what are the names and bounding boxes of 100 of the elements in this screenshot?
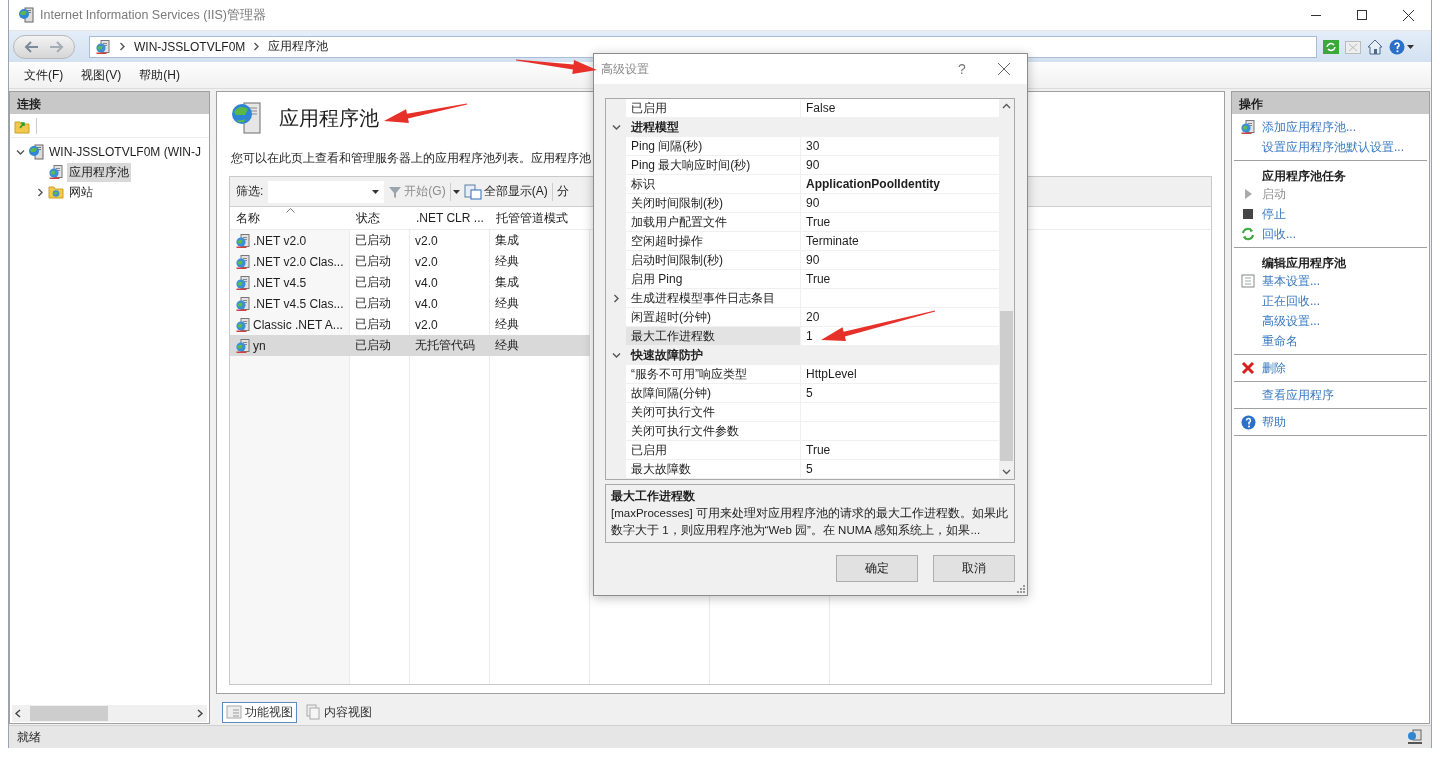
property-name[interactable]: 故障间隔(分钟) <box>631 384 711 402</box>
action-link[interactable]: 添加应用程序池... <box>1262 118 1356 136</box>
table-row[interactable]: yn 已启动 无托管代码 经典 <box>230 335 590 356</box>
table-row[interactable]: .NET v2.0 已启动 v2.0 集成 <box>230 230 590 251</box>
column-header[interactable]: 状态 <box>350 207 410 229</box>
property-value[interactable]: 5 <box>806 462 813 476</box>
action-link[interactable]: 设置应用程序池默认设置... <box>1262 138 1404 156</box>
breadcrumb[interactable]: 应用程序池 <box>268 38 329 55</box>
chevron-icon[interactable] <box>36 187 45 197</box>
property-name[interactable]: “服务不可用”响应类型 <box>631 365 747 383</box>
table-row[interactable]: Classic .NET A... 已启动 v2.0 经典 <box>230 314 590 335</box>
toolbar-button[interactable]: 全部显示(A) <box>461 179 550 204</box>
table-cell[interactable]: yn <box>253 338 266 353</box>
action-link[interactable]: 高级设置... <box>1262 312 1320 330</box>
action-link[interactable]: 删除 <box>1262 359 1286 377</box>
app-pool-icon <box>235 232 251 249</box>
table-cell[interactable]: .NET v2.0 Clas... <box>253 254 344 269</box>
menu-item[interactable]: 帮助(H) <box>130 66 189 84</box>
refresh-button[interactable] <box>1323 38 1339 55</box>
cancel-button[interactable]: 取消 <box>933 555 1015 582</box>
toolbar-button[interactable]: 分 <box>554 179 571 204</box>
separator-icon[interactable] <box>252 42 262 51</box>
table-cell: 集成 <box>495 274 519 291</box>
column-header[interactable]: .NET CLR ... <box>410 207 490 229</box>
action-link[interactable]: 回收... <box>1262 225 1296 243</box>
home-button[interactable] <box>1367 38 1383 55</box>
table-row[interactable]: .NET v2.0 Clas... 已启动 v2.0 经典 <box>230 251 590 272</box>
caret-icon[interactable] <box>1407 44 1414 49</box>
action-link[interactable]: 基本设置... <box>1262 272 1320 290</box>
caret-icon[interactable] <box>452 189 460 194</box>
property-value[interactable]: ApplicationPoolIdentity <box>806 177 940 191</box>
property-value[interactable]: Terminate <box>806 234 859 248</box>
property-name[interactable]: 关闭可执行文件 <box>631 403 715 421</box>
property-value[interactable]: 90 <box>806 158 820 172</box>
filter-label: 筛选: <box>236 183 264 200</box>
filter-field[interactable] <box>268 180 385 203</box>
table-cell[interactable]: .NET v2.0 <box>253 233 307 248</box>
tree-item[interactable]: WIN-JSSLOTVLF0M (WIN-J <box>47 144 203 160</box>
menu-item[interactable]: 视图(V) <box>72 66 131 84</box>
ok-button[interactable]: 确定 <box>836 555 918 582</box>
property-value[interactable]: True <box>806 272 831 286</box>
property-name[interactable]: 关闭时间限制(秒) <box>631 194 723 212</box>
chevron-icon[interactable] <box>16 147 25 157</box>
property-value[interactable]: 90 <box>806 253 820 267</box>
action-link[interactable]: 停止 <box>1262 205 1286 223</box>
action-link[interactable]: 帮助 <box>1262 413 1286 431</box>
table-cell: 经典 <box>495 316 519 333</box>
property-value[interactable]: 30 <box>806 139 820 153</box>
property-name[interactable]: 闲置超时(分钟) <box>631 308 711 326</box>
property-name[interactable]: 启动时间限制(秒) <box>631 251 723 269</box>
property-value[interactable]: HttpLevel <box>806 367 857 381</box>
tree-item[interactable]: 应用程序池 <box>67 162 131 182</box>
close-icon[interactable] <box>998 63 1010 75</box>
menu-item[interactable]: 文件(F) <box>15 66 73 84</box>
property-name[interactable]: Ping 间隔(秒) <box>631 137 703 155</box>
view-tab[interactable]: 功能视图 <box>222 701 297 723</box>
property-name[interactable]: 关闭可执行文件参数 <box>631 422 739 440</box>
dropdown-icon[interactable] <box>372 189 380 194</box>
separator-icon[interactable] <box>118 42 127 51</box>
table-cell[interactable]: .NET v4.5 Clas... <box>253 296 344 311</box>
property-value[interactable]: True <box>806 443 831 457</box>
property-name[interactable]: Ping 最大响应时间(秒) <box>631 156 751 174</box>
vertical-scrollbar[interactable] <box>999 99 1014 479</box>
action-link[interactable]: 正在回收... <box>1262 292 1320 310</box>
resize-grip-icon[interactable] <box>1015 583 1025 593</box>
property-name[interactable]: 已启用 <box>631 441 667 459</box>
property-name[interactable]: 已启用 <box>631 99 667 117</box>
property-name[interactable]: 最大故障数 <box>631 460 691 478</box>
property-value[interactable]: True <box>806 215 831 229</box>
maximize-icon[interactable] <box>1357 10 1367 20</box>
property-value[interactable]: 20 <box>806 310 820 324</box>
view-tab[interactable]: 内容视图 <box>301 701 376 723</box>
property-name[interactable]: 标识 <box>631 175 655 193</box>
address-bar[interactable]: WIN-JSSLOTVLF0M 应用程序池 <box>89 35 1317 58</box>
app-icon <box>18 7 34 23</box>
table-row[interactable]: .NET v4.5 Clas... 已启动 v4.0 经典 <box>230 293 590 314</box>
table-row[interactable]: .NET v4.5 已启动 v4.0 集成 <box>230 272 590 293</box>
property-name[interactable]: 空闲超时操作 <box>631 232 703 250</box>
table-cell: 经典 <box>495 337 519 354</box>
property-value[interactable]: 5 <box>806 386 813 400</box>
property-name[interactable]: 生成进程模型事件日志条目 <box>631 289 775 307</box>
chevron-icon[interactable] <box>611 294 621 303</box>
property-value[interactable]: False <box>806 101 836 115</box>
table-cell[interactable]: .NET v4.5 <box>253 275 307 290</box>
column-header[interactable]: 托管管道模式 <box>490 207 590 229</box>
property-name[interactable]: 启用 Ping <box>631 270 683 288</box>
property-name[interactable]: 加载用户配置文件 <box>631 213 727 231</box>
table-cell[interactable]: Classic .NET A... <box>253 317 343 332</box>
chevron-icon[interactable] <box>611 351 621 360</box>
property-value[interactable]: 90 <box>806 196 820 210</box>
property-value[interactable]: 1 <box>806 329 813 343</box>
chevron-icon[interactable] <box>611 123 621 132</box>
breadcrumb[interactable]: WIN-JSSLOTVLF0M <box>134 39 246 54</box>
action-link[interactable]: 查看应用程序 <box>1262 386 1334 404</box>
horizontal-scrollbar[interactable] <box>12 705 207 722</box>
column-header[interactable]: 名称 <box>230 207 350 229</box>
tree-item[interactable]: 网站 <box>67 182 95 202</box>
close-icon[interactable] <box>1402 9 1414 21</box>
action-link[interactable]: 重命名 <box>1262 332 1298 350</box>
help-button[interactable] <box>1389 38 1414 55</box>
